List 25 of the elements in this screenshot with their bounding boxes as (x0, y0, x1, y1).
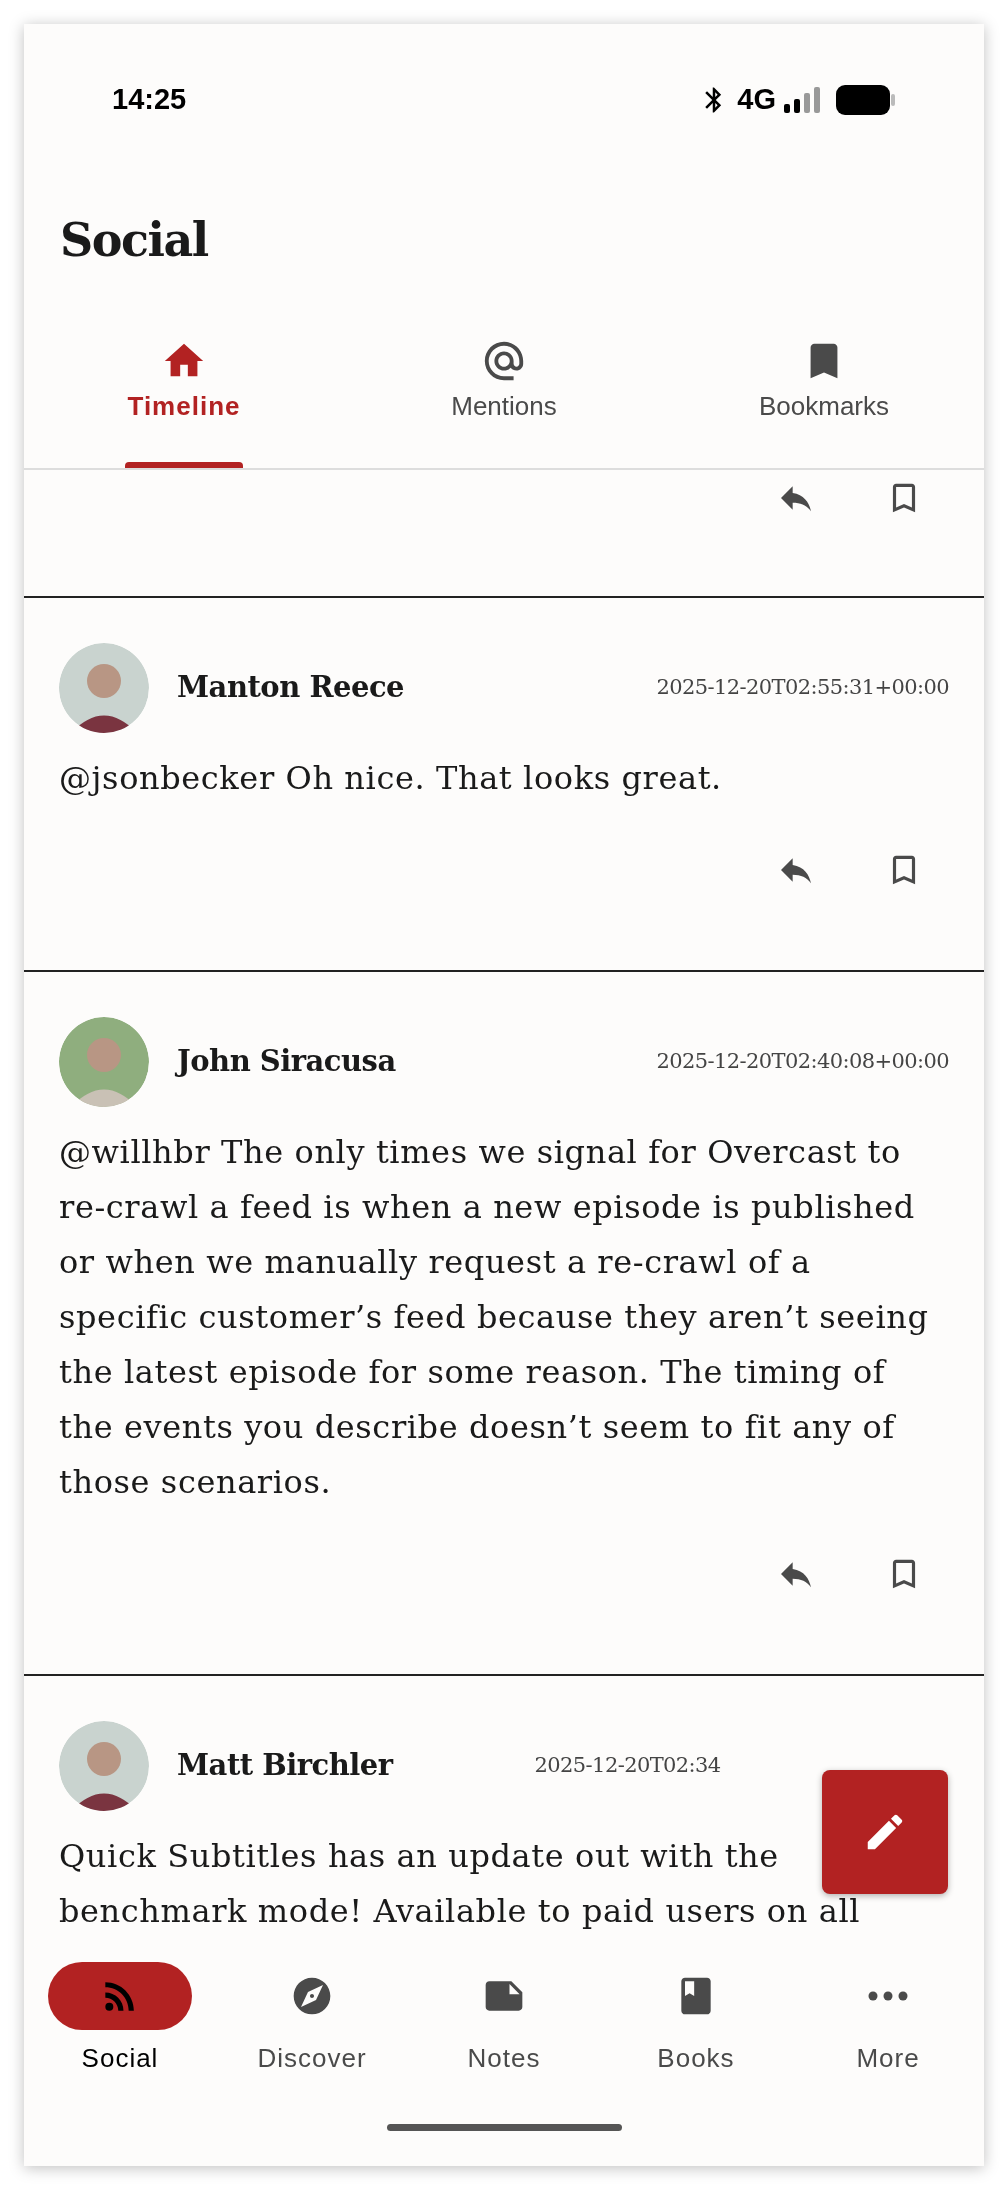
post-text-line: benchmark mode! Available to paid users on all (59, 1891, 861, 1932)
post-time: 2025-12-20T02:40:08+00:00 (656, 1048, 949, 1076)
tab[interactable]: Mentions (344, 324, 664, 468)
author-name: Matt Birchler (177, 1747, 393, 1785)
post-time: 2025-12-20T02:34 (534, 1752, 721, 1780)
compose-button[interactable] (822, 1770, 948, 1894)
post-text-line: Quick Subtitles has an update out with the (59, 1836, 779, 1877)
post-text: @willhbr The only times we signal for Overcast to re-crawl a feed is when a new episode is published or when we manually request a re-crawl of a specific customer’s feed because they aren’t seeing the latest episode for some reason. The timing of the events you describe doesn’t seem to fit any of those scenarios. (59, 1132, 930, 1503)
tab[interactable]: Timeline (24, 324, 344, 468)
more-icon (868, 1991, 908, 2001)
tab[interactable]: Bookmarks (664, 324, 984, 468)
nav-item[interactable]: Discover (216, 1962, 408, 2074)
post-time: 2025-12-20T02:55:31+00:00 (656, 674, 949, 702)
author-name: Manton Reece (177, 669, 404, 707)
battery-icon (836, 85, 896, 115)
status-time: 14:25 (112, 82, 187, 118)
author-name: John Siracusa (177, 1043, 396, 1081)
nav-item[interactable]: Social (24, 1962, 216, 2074)
network-label: 4G (737, 82, 776, 118)
page-title: Social (59, 212, 209, 269)
nav-item[interactable]: Books (600, 1962, 792, 2074)
nav-item[interactable]: Notes (408, 1962, 600, 2074)
nav-item[interactable]: More (792, 1962, 984, 2074)
post-text: @jsonbecker Oh nice. That looks great. (59, 758, 723, 799)
signal-icon (784, 87, 822, 113)
